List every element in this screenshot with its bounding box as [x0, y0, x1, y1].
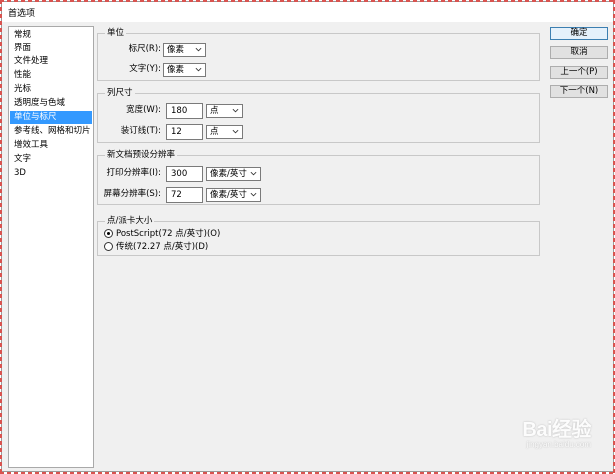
chevron-down-icon [232, 129, 239, 134]
window-title: 首选项 [8, 9, 36, 19]
column-size-group: 列尺寸 宽度(W): 180 点 装订线(T): 12 点 [97, 88, 540, 143]
frame-dashed-border-top [0, 0, 615, 2]
watermark-suffix: 经验 [552, 419, 592, 441]
watermark-url: jingyan.baidu.com [526, 440, 591, 449]
sidebar-item-performance[interactable]: 性能 [10, 69, 92, 82]
title-bar: 首选项 [2, 2, 613, 22]
screen-resolution-unit-select[interactable]: 像素/英寸 [206, 188, 261, 202]
rulers-label: 标尺(R): [128, 44, 161, 54]
traditional-radio-label: 传统(72.27 点/英寸)(D) [116, 242, 209, 252]
next-button[interactable]: 下一个(N) [550, 85, 608, 98]
screen-resolution-input[interactable]: 72 [166, 187, 203, 203]
sidebar-item-3d[interactable]: 3D [10, 167, 92, 180]
gutter-input[interactable]: 12 [166, 124, 203, 140]
radio-dot [107, 232, 110, 235]
chevron-down-icon [250, 171, 257, 176]
column-size-legend: 列尺寸 [105, 88, 135, 99]
radio-button[interactable] [104, 242, 113, 251]
previous-button[interactable]: 上一个(P) [550, 66, 608, 79]
point-pica-group: 点/派卡大小 PostScript(72 点/英寸)(O) 传统(72.27 点… [97, 216, 540, 256]
sidebar-item-interface[interactable]: 界面 [10, 42, 92, 55]
sidebar-item-units-rulers[interactable]: 单位与标尺 [10, 111, 92, 124]
column-width-unit-value: 点 [210, 106, 219, 116]
sidebar-item-guides-grid-slices[interactable]: 参考线、网格和切片 [10, 125, 92, 138]
rulers-unit-select[interactable]: 像素 [163, 43, 206, 57]
sidebar-item-file-handling[interactable]: 文件处理 [10, 55, 92, 68]
postscript-radio-option[interactable]: PostScript(72 点/英寸)(O) [104, 228, 220, 240]
screen-resolution-label: 屏幕分辨率(S): [103, 189, 161, 199]
screen-resolution-unit-value: 像素/英寸 [210, 190, 247, 200]
radio-button-checked[interactable] [104, 229, 113, 238]
preferences-dialog: 首选项 常规 界面 文件处理 性能 光标 透明度与色域 单位与标尺 参考线、网格… [1, 1, 614, 472]
preset-resolution-legend: 新文档预设分辨率 [105, 150, 178, 161]
chevron-down-icon [195, 47, 202, 52]
print-resolution-unit-select[interactable]: 像素/英寸 [206, 167, 261, 181]
column-width-input[interactable]: 180 [166, 103, 203, 119]
type-label: 文字(Y): [129, 64, 161, 74]
screenshot: 首选项 常规 界面 文件处理 性能 光标 透明度与色域 单位与标尺 参考线、网格… [0, 0, 615, 474]
frame-dashed-border-left [0, 0, 2, 474]
print-resolution-input[interactable]: 300 [166, 166, 203, 182]
column-width-label: 宽度(W): [126, 105, 161, 115]
chevron-down-icon [195, 67, 202, 72]
ok-button[interactable]: 确定 [550, 27, 608, 40]
sidebar-item-cursors[interactable]: 光标 [10, 83, 92, 96]
chevron-down-icon [232, 108, 239, 113]
gutter-unit-value: 点 [210, 127, 219, 137]
sidebar-item-plugins[interactable]: 增效工具 [10, 139, 92, 152]
postscript-radio-label: PostScript(72 点/英寸)(O) [116, 229, 221, 239]
point-pica-legend: 点/派卡大小 [105, 216, 155, 227]
gutter-label: 装订线(T): [120, 126, 161, 136]
traditional-radio-option[interactable]: 传统(72.27 点/英寸)(D) [104, 241, 208, 253]
category-list: 常规 界面 文件处理 性能 光标 透明度与色域 单位与标尺 参考线、网格和切片 … [8, 26, 94, 468]
units-group: 单位 标尺(R): 像素 文字(Y): 像素 [97, 28, 540, 81]
sidebar-item-general[interactable]: 常规 [10, 29, 92, 42]
column-width-unit-select[interactable]: 点 [206, 104, 243, 118]
print-resolution-unit-value: 像素/英寸 [210, 169, 247, 179]
cancel-button[interactable]: 取消 [550, 46, 608, 59]
print-resolution-label: 打印分辨率(I): [106, 168, 161, 178]
type-unit-value: 像素 [167, 65, 185, 75]
sidebar-item-type[interactable]: 文字 [10, 153, 92, 166]
gutter-unit-select[interactable]: 点 [206, 125, 243, 139]
chevron-down-icon [250, 192, 257, 197]
baidu-watermark-logo: Bai经验 jingyan.baidu.com [522, 413, 591, 449]
type-unit-select[interactable]: 像素 [163, 63, 206, 77]
sidebar-item-transparency-gamut[interactable]: 透明度与色域 [10, 97, 92, 110]
rulers-unit-value: 像素 [167, 45, 185, 55]
units-legend: 单位 [105, 28, 127, 39]
watermark-text: Bai [522, 419, 552, 441]
preset-resolution-group: 新文档预设分辨率 打印分辨率(I): 300 像素/英寸 屏幕分辨率(S): 7… [97, 150, 540, 205]
